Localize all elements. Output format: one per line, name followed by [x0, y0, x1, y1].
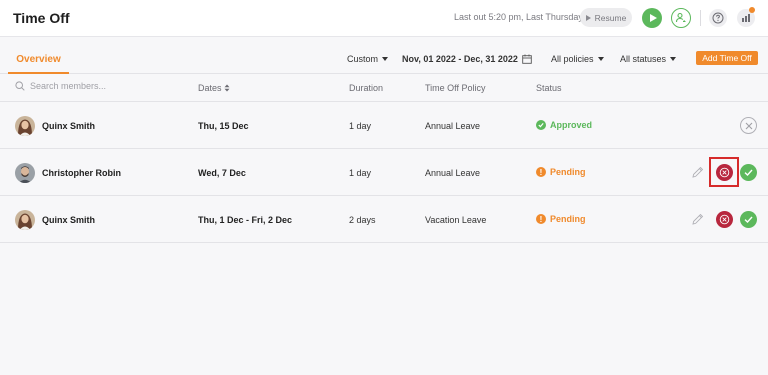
statuses-dropdown[interactable]: All statuses [620, 54, 677, 64]
approve-button[interactable] [740, 164, 757, 181]
row-duration: 1 day [349, 168, 372, 178]
row-policy: Vacation Leave [425, 215, 487, 225]
resume-play-icon [585, 14, 591, 21]
date-range-picker[interactable]: Nov, 01 2022 - Dec, 31 2022 [402, 54, 532, 64]
row-duration: 1 day [349, 121, 372, 131]
sort-icon [224, 84, 230, 92]
notification-dot [749, 7, 755, 13]
timesheet-button[interactable] [671, 8, 691, 28]
filter-toolbar: Overview Custom Nov, 01 2022 - Dec, 31 2… [0, 37, 768, 74]
range-mode-dropdown[interactable]: Custom [347, 54, 389, 64]
add-time-off-button[interactable]: Add Time Off [696, 51, 758, 65]
apps-icon [742, 14, 750, 22]
column-status: Status [536, 83, 562, 93]
highlight-box [709, 157, 739, 187]
status-label: Pending [550, 214, 586, 224]
date-range-label: Nov, 01 2022 - Dec, 31 2022 [402, 54, 518, 64]
chevron-down-icon [670, 57, 677, 61]
status-label: Approved [550, 120, 593, 130]
policies-label: All policies [551, 54, 594, 64]
chevron-down-icon [597, 57, 604, 61]
help-icon [712, 12, 724, 24]
member-name: Christopher Robin [42, 168, 121, 178]
member-name: Quinx Smith [42, 215, 96, 225]
close-icon [745, 122, 752, 129]
table-row: Quinx Smith Thu, 15 Dec 1 day Annual Lea… [0, 102, 768, 149]
time-off-table: Dates Duration Time Off Policy Status Qu… [0, 74, 768, 243]
table-header: Dates Duration Time Off Policy Status [0, 74, 768, 102]
policies-dropdown[interactable]: All policies [551, 54, 604, 64]
row-dates: Thu, 1 Dec - Fri, 2 Dec [198, 215, 293, 225]
status-badge: ! Pending [536, 167, 586, 177]
range-mode-label: Custom [347, 54, 379, 64]
reject-icon [719, 214, 730, 225]
approve-button[interactable] [740, 211, 757, 228]
resume-label: Resume [594, 12, 627, 23]
column-duration: Duration [349, 83, 384, 93]
statuses-label: All statuses [620, 54, 667, 64]
status-badge: ! Pending [536, 214, 586, 224]
start-timer-button[interactable] [642, 8, 662, 28]
column-policy: Time Off Policy [425, 83, 486, 93]
member-name: Quinx Smith [42, 121, 96, 131]
avatar [15, 163, 35, 183]
avatar [15, 210, 35, 230]
exclamation-circle-icon: ! [536, 167, 546, 177]
status-badge: Approved [536, 120, 592, 130]
table-row: Christopher Robin Wed, 7 Dec 1 day Annua… [0, 149, 768, 196]
toolbar-divider [700, 10, 701, 26]
row-dates: Wed, 7 Dec [198, 168, 246, 178]
row-dates: Thu, 15 Dec [198, 121, 249, 131]
chevron-down-icon [382, 57, 389, 61]
exclamation-circle-icon: ! [536, 214, 546, 224]
edit-icon[interactable] [690, 165, 705, 180]
member-search[interactable] [15, 81, 150, 91]
play-icon [649, 14, 657, 22]
search-icon [15, 81, 25, 91]
reject-button[interactable] [716, 211, 733, 228]
top-bar: Time Off Last out 5:20 pm, Last Thursday… [0, 0, 768, 37]
calendar-icon [522, 54, 532, 64]
page-title: Time Off [13, 10, 70, 26]
approve-icon [744, 216, 753, 224]
column-dates[interactable]: Dates [198, 83, 230, 93]
status-label: Pending [550, 167, 586, 177]
person-clock-icon [675, 12, 686, 23]
row-policy: Annual Leave [425, 168, 481, 178]
table-row: Quinx Smith Thu, 1 Dec - Fri, 2 Dec 2 da… [0, 196, 768, 243]
check-circle-icon [536, 120, 546, 130]
avatar [15, 116, 35, 136]
tab-overview[interactable]: Overview [8, 54, 69, 65]
edit-icon[interactable] [690, 212, 705, 227]
cancel-request-button[interactable] [740, 117, 757, 134]
approve-icon [744, 169, 753, 177]
row-duration: 2 days [349, 215, 376, 225]
row-policy: Annual Leave [425, 121, 481, 131]
search-input[interactable] [30, 81, 150, 91]
last-out-text: Last out 5:20 pm, Last Thursday [454, 12, 583, 22]
column-dates-label: Dates [198, 83, 222, 93]
resume-button[interactable]: Resume [580, 8, 632, 27]
help-button[interactable] [709, 9, 727, 27]
